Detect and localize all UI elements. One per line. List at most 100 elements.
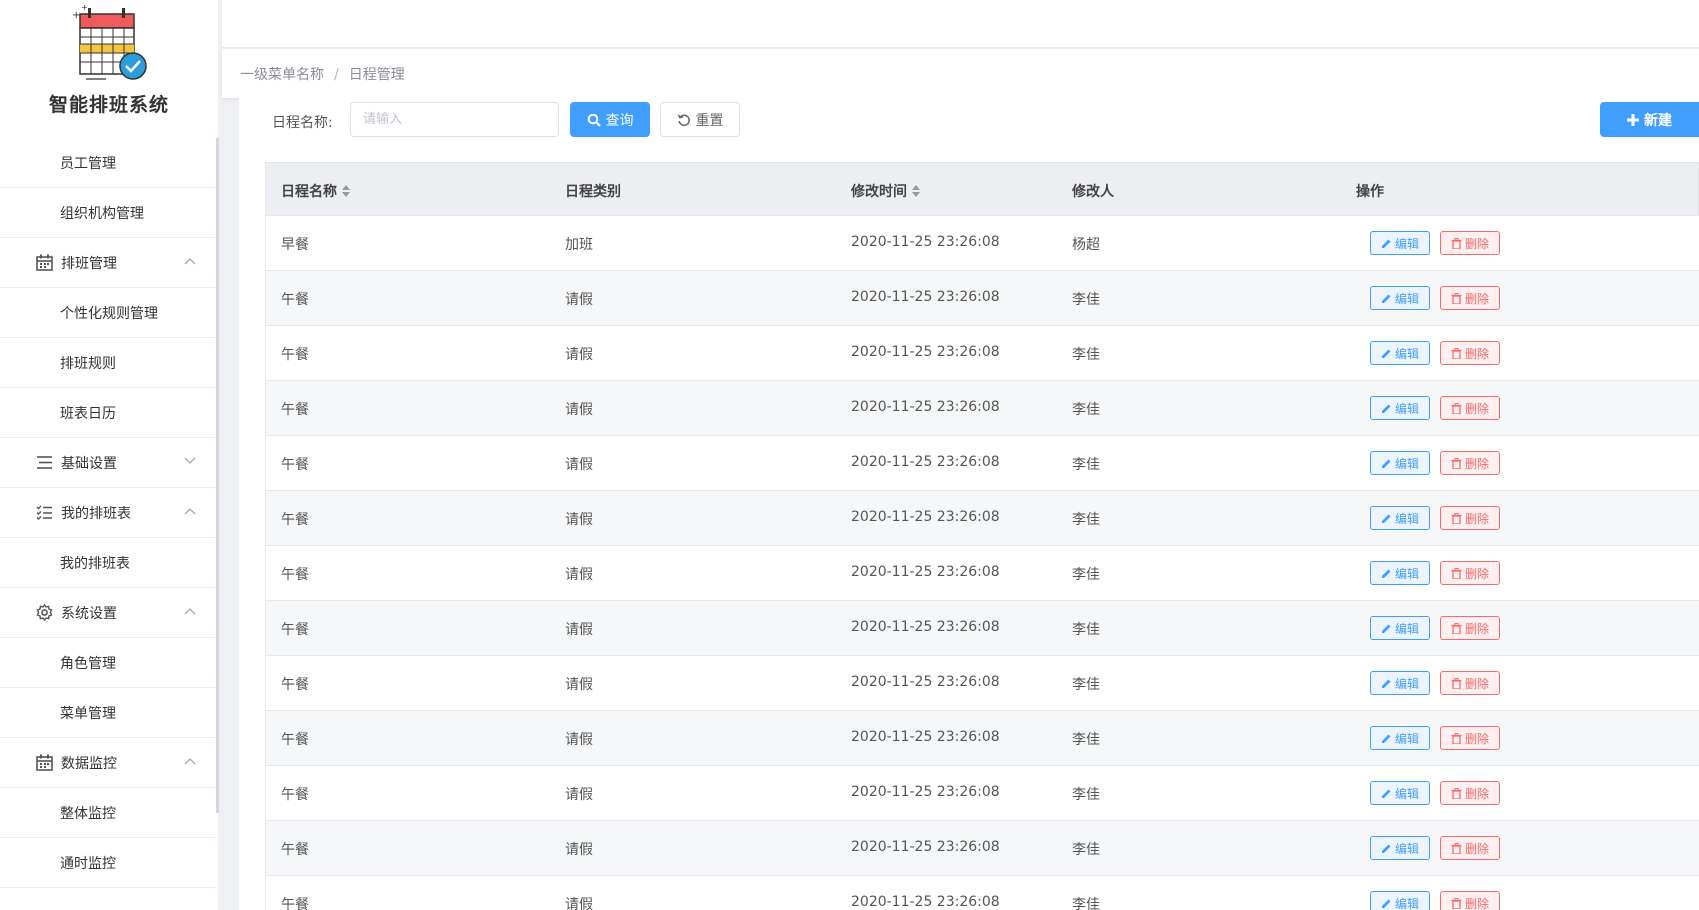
reset-icon xyxy=(677,113,690,126)
delete-button-label: 删除 xyxy=(1464,731,1489,746)
edit-button-label: 编辑 xyxy=(1394,841,1419,856)
column-header-name[interactable]: 日程名称 xyxy=(281,181,350,201)
edit-button[interactable]: 编辑 xyxy=(1370,341,1430,365)
sidebar-item[interactable]: 角色管理 xyxy=(0,638,216,688)
cell-category: 请假 xyxy=(565,677,593,693)
delete-button[interactable]: 删除 xyxy=(1440,616,1500,640)
edit-button[interactable]: 编辑 xyxy=(1370,671,1430,695)
delete-button-label: 删除 xyxy=(1464,511,1489,526)
edit-button[interactable]: 编辑 xyxy=(1370,231,1430,255)
delete-button[interactable]: 删除 xyxy=(1440,891,1500,910)
schedule-name-label: 日程名称: xyxy=(272,115,333,131)
sidebar-item[interactable]: 员工管理 xyxy=(0,138,216,188)
trash-icon xyxy=(1451,237,1462,249)
delete-button[interactable]: 删除 xyxy=(1440,836,1500,860)
sidebar-group[interactable]: 排班管理 xyxy=(0,238,216,288)
cell-time: 2020-11-25 23:26:08 xyxy=(851,399,1000,415)
delete-button[interactable]: 删除 xyxy=(1440,341,1500,365)
sidebar-group[interactable]: 数据监控 xyxy=(0,738,216,788)
delete-button[interactable]: 删除 xyxy=(1440,451,1500,475)
breadcrumb: 一级菜单名称 / 日程管理 xyxy=(240,64,405,84)
calendar-icon xyxy=(36,254,53,271)
app-title: 智能排班系统 xyxy=(48,94,169,116)
edit-button-label: 编辑 xyxy=(1394,566,1419,581)
delete-button[interactable]: 删除 xyxy=(1440,726,1500,750)
sidebar-item-label: 通时监控 xyxy=(60,856,116,872)
sidebar-scrollbar[interactable] xyxy=(216,138,219,813)
cell-category: 请假 xyxy=(565,567,593,583)
edit-button[interactable]: 编辑 xyxy=(1370,781,1430,805)
edit-button-label: 编辑 xyxy=(1394,786,1419,801)
sidebar-group[interactable]: 系统设置 xyxy=(0,588,216,638)
pencil-icon xyxy=(1381,514,1391,523)
delete-button[interactable]: 删除 xyxy=(1440,506,1500,530)
cell-category: 请假 xyxy=(565,842,593,858)
edit-button[interactable]: 编辑 xyxy=(1370,286,1430,310)
delete-button[interactable]: 删除 xyxy=(1440,396,1500,420)
delete-button[interactable]: 删除 xyxy=(1440,561,1500,585)
delete-button[interactable]: 删除 xyxy=(1440,286,1500,310)
edit-button-label: 编辑 xyxy=(1394,621,1419,636)
edit-button[interactable]: 编辑 xyxy=(1370,506,1430,530)
sidebar-group[interactable]: 基础设置 xyxy=(0,438,216,488)
table-row: 午餐 请假 2020-11-25 23:26:08 李佳 编辑 删除 xyxy=(265,711,1699,766)
edit-button[interactable]: 编辑 xyxy=(1370,891,1430,910)
cell-editor: 李佳 xyxy=(1072,677,1100,693)
edit-button[interactable]: 编辑 xyxy=(1370,561,1430,585)
cell-name: 午餐 xyxy=(281,402,309,418)
sidebar-item[interactable]: 整体监控 xyxy=(0,788,216,838)
table-row: 午餐 请假 2020-11-25 23:26:08 李佳 编辑 删除 xyxy=(265,326,1699,381)
sidebar-item-label: 数据监控 xyxy=(61,756,117,772)
edit-button[interactable]: 编辑 xyxy=(1370,396,1430,420)
cell-time: 2020-11-25 23:26:08 xyxy=(851,839,1000,855)
edit-button[interactable]: 编辑 xyxy=(1370,451,1430,475)
sidebar-item[interactable]: 组织机构管理 xyxy=(0,188,216,238)
sidebar-item-label: 我的排班表 xyxy=(61,506,131,522)
new-button[interactable]: 新建 xyxy=(1600,102,1699,137)
delete-button[interactable]: 删除 xyxy=(1440,231,1500,255)
edit-button[interactable]: 编辑 xyxy=(1370,836,1430,860)
sidebar-item[interactable]: 菜单管理 xyxy=(0,688,216,738)
cell-time: 2020-11-25 23:26:08 xyxy=(851,509,1000,525)
edit-button-label: 编辑 xyxy=(1394,346,1419,361)
schedule-name-input[interactable] xyxy=(350,102,559,137)
column-header-time[interactable]: 修改时间 xyxy=(851,181,920,201)
sidebar-item-label: 我的排班表 xyxy=(60,556,130,572)
edit-button[interactable]: 编辑 xyxy=(1370,616,1430,640)
cell-editor: 李佳 xyxy=(1072,842,1100,858)
calendar-logo-icon: + + xyxy=(72,4,147,80)
edit-button[interactable]: 编辑 xyxy=(1370,726,1430,750)
delete-button-label: 删除 xyxy=(1464,346,1489,361)
sidebar-item[interactable]: 班表日历 xyxy=(0,388,216,438)
delete-button[interactable]: 删除 xyxy=(1440,671,1500,695)
cell-category: 请假 xyxy=(565,347,593,363)
reset-button[interactable]: 重置 xyxy=(660,102,740,137)
chevron-up-icon xyxy=(184,258,196,265)
breadcrumb-level1[interactable]: 一级菜单名称 xyxy=(240,67,324,83)
sidebar-item[interactable]: 我的排班表 xyxy=(0,538,216,588)
cell-editor: 李佳 xyxy=(1072,512,1100,528)
edit-button-label: 编辑 xyxy=(1394,401,1419,416)
delete-button[interactable]: 删除 xyxy=(1440,781,1500,805)
sidebar-item-label: 菜单管理 xyxy=(60,706,116,722)
table-row: 午餐 请假 2020-11-25 23:26:08 李佳 编辑 删除 xyxy=(265,821,1699,876)
column-header-category-label: 日程类别 xyxy=(565,184,621,200)
table-row: 午餐 请假 2020-11-25 23:26:08 李佳 编辑 删除 xyxy=(265,876,1699,910)
search-button[interactable]: 查询 xyxy=(570,102,650,137)
sidebar-item[interactable]: 通时监控 xyxy=(0,838,216,888)
cell-category: 请假 xyxy=(565,732,593,748)
trash-icon xyxy=(1451,677,1462,689)
cell-editor: 李佳 xyxy=(1072,897,1100,910)
pencil-icon xyxy=(1381,239,1391,248)
trash-icon xyxy=(1451,787,1462,799)
breadcrumb-bar: 一级菜单名称 / 日程管理 xyxy=(222,49,1699,98)
sidebar-item[interactable]: 排班规则 xyxy=(0,338,216,388)
sidebar-item[interactable]: 个性化规则管理 xyxy=(0,288,216,338)
table-row: 午餐 请假 2020-11-25 23:26:08 李佳 编辑 删除 xyxy=(265,381,1699,436)
delete-button-label: 删除 xyxy=(1464,456,1489,471)
cell-name: 午餐 xyxy=(281,732,309,748)
trash-icon xyxy=(1451,457,1462,469)
sidebar-item-label: 组织机构管理 xyxy=(60,206,144,222)
sidebar-group[interactable]: 我的排班表 xyxy=(0,488,216,538)
svg-text:+: + xyxy=(81,4,88,12)
